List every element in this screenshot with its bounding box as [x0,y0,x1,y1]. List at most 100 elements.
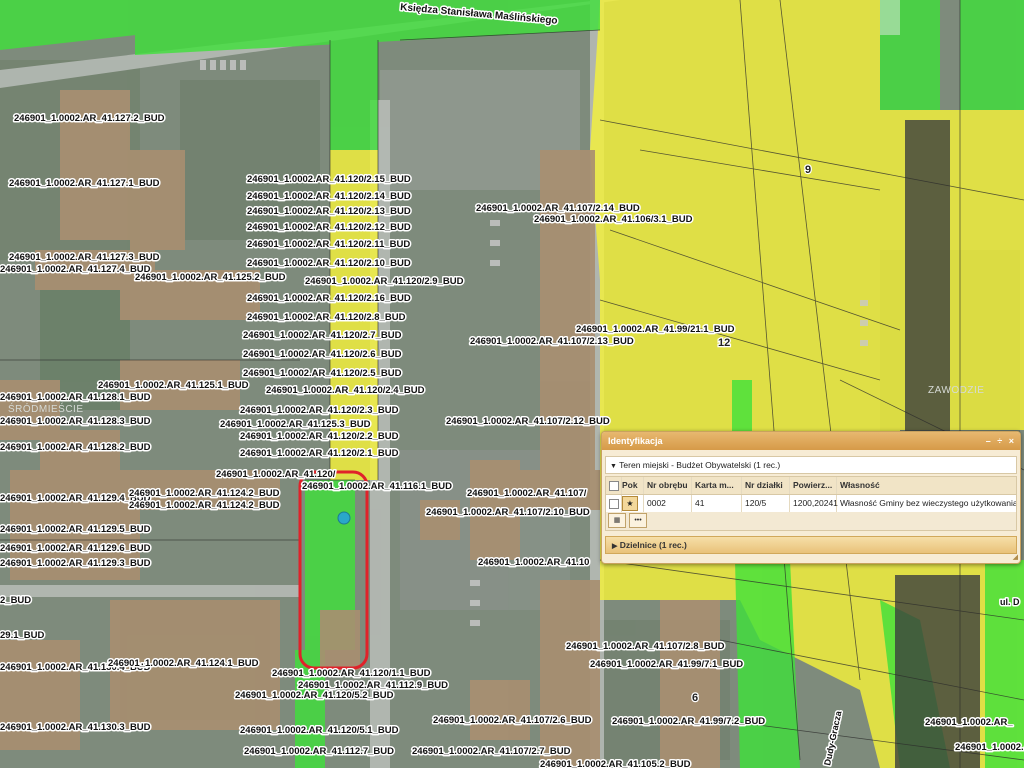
parcel-label: 246901_1.0002.AR_41.120/2.6_BUD [243,349,402,360]
parcel-label: 246901_1.0002.AR_41.120/5.2_BUD [235,690,394,701]
parcel-label: 246901_1.0002.AR_41.120/1.1_BUD [272,668,431,679]
district-label: ŚRÓDMIEŚCIE [8,402,84,415]
parcel-label: 246901_1.0002.AR_41.125.1_BUD [98,380,249,391]
layer-group-label: Teren miejski - Budżet Obywatelski (1 re… [619,460,781,470]
parcel-label: 246901_1.0002.AR_41.107/2.10_BUD [426,507,590,518]
parcel-label: 246901_1.0002.AR_41.107/ [467,488,587,499]
popup-title: Identyfikacja [608,436,663,446]
grid-view-icon[interactable]: ▦ [608,513,626,528]
districts-section-header[interactable]: ▶ Dzielnice (1 rec.) [605,536,1017,554]
parcel-label: 246901_1.0002.AR_41.127.4_BUD [0,264,151,275]
grid-toolbar: ▦ ••• [606,512,1016,530]
parcel-label: 29.1_BUD [0,630,44,641]
column-header-powierzchnia[interactable]: Powierz... [790,477,837,494]
parcel-label: 2_BUD [0,595,31,606]
row-checkbox[interactable] [606,495,622,512]
column-header-wlasnosc[interactable]: Własność [837,477,1016,494]
identification-popup[interactable]: Identyfikacja – ÷ × ▼ Teren miejski - Bu… [601,431,1021,564]
column-header-pok[interactable]: Pok [622,477,644,494]
location-marker-icon[interactable] [337,511,351,525]
parcel-label: 246901_1.0002.AR_41.120/2.4_BUD [266,385,425,396]
parcel-label: 246901_1.0002.AR_41.99/7.1_BUD [590,659,743,670]
cell-nr-dzialki: 120/5 [742,495,790,512]
table-row[interactable]: ★ 0002 41 120/5 1200,20241 Własność Gmin… [606,495,1016,512]
parcel-label: 246901_1.0002.AR_41.120/2.8_BUD [247,312,406,323]
cell-nr-obrebu: 0002 [644,495,692,512]
district-label: ZAWODZIE [928,385,984,396]
parcel-label: 246901_1.0002.AR_41.128.3_BUD [0,416,151,427]
parcel-label: 246901_1.0002.AR_41.125.2_BUD [135,272,286,283]
parcel-label: 246901_1.0002.AR_41.128.1_BUD [0,392,151,403]
parcel-label: 246901_1.0002.AR_41.120/5.1_BUD [240,725,399,736]
column-header-nr-obrebu[interactable]: Nr obrębu [644,477,692,494]
select-all-checkbox[interactable] [606,477,622,494]
block-number: 12 [718,337,730,349]
parcel-label: 246901_1.0002.AR_41.107/2.6_BUD [433,715,592,726]
parcel-label: 246901_1.0002.AR_41.128.2_BUD [0,442,151,453]
minimize-icon[interactable]: – [986,436,993,446]
expand-triangle-icon[interactable]: ▶ [612,543,617,550]
parcel-label: 246901_1.0002.AR_41.124.2_BUD [129,488,280,499]
parcel-label: 246901_1.0002.AR_ [925,717,1013,728]
resize-grip-icon[interactable]: ◢ [1013,553,1018,561]
parcel-label: 246901_1.0002.AR_41.107/2.12_BUD [446,416,610,427]
popup-header[interactable]: Identyfikacja – ÷ × [602,432,1020,450]
parcel-label: 246901_1.0002.AR_41.120/2.3_BUD [240,405,399,416]
parcel-label: 246901_1.0002.AR_41.125.3_BUD [220,419,371,430]
parcel-label: 246901_1.0002.AR_41.105.2_BUD [540,759,691,768]
parcel-label: 246901_1.0002.AR_41.127.3_BUD [9,252,160,263]
block-number: 9 [805,164,811,176]
cell-powierzchnia: 1200,20241 [790,495,838,512]
parcel-label: 246901_1.0002.AR_41.120/2.2_BUD [240,431,399,442]
parcel-label: 246901_1.0002.AR_41.120/2.11_BUD [247,239,410,250]
results-grid: Pok Nr obrębu Karta m... Nr działki Powi… [605,476,1017,531]
parcel-label: 246901_1.0002.AR_41.129.6_BUD [0,543,151,554]
parcel-label: 246901_1.0002.AR_41.129.5_BUD [0,524,151,535]
parcel-label: 246901_1.0002.AR_41.107/2.7_BUD [412,746,571,757]
parcel-label: 246901_1.0002.AR_41.120/2.7_BUD [243,330,402,341]
parcel-label: 246901_1.0002.AR_41.120/2.5_BUD [243,368,402,379]
cell-wlasnosc: Własność Gminy bez wieczystego użytkowan… [840,498,1016,508]
parcel-label: 246901_1.0002.AR_41.120/2.15_BUD [247,174,411,185]
parcel-label: 246901_1.0002.AR_41.107/2.13_BUD [470,336,634,347]
popup-controls: – ÷ × [986,432,1016,450]
more-options-icon[interactable]: ••• [629,513,647,528]
parcel-label: 246901_1.0002.AR_41.107/2.8_BUD [566,641,725,652]
street-name-label: ul. D [1000,597,1020,607]
districts-section-label: Dzielnice (1 rec.) [619,540,687,550]
cell-karta: 41 [692,495,742,512]
parcel-label: 246901_1.0002.AR_41.99/21.1_BUD [576,324,735,335]
zoom-to-feature-button[interactable]: ★ [622,495,644,512]
parcel-label: 246901_1.0002.AR_4 [955,742,1024,753]
parcel-label: 246901_1.0002.AR_41.130.3_BUD [0,722,151,733]
parcel-label: 246901_1.0002.AR_41.120/2.14_BUD [247,191,411,202]
parcel-label: 246901_1.0002.AR_41.120/2.10_BUD [247,258,411,269]
parcel-label: 246901_1.0002.AR_41.120/2.16_BUD [247,293,411,304]
parcel-label: 246901_1.0002.AR_41.120/ [216,469,336,480]
block-number: 6 [692,692,698,704]
star-icon[interactable]: ★ [622,496,638,511]
parcel-label: 246901_1.0002.AR_41.120/2.12_BUD [247,222,411,233]
map-canvas[interactable]: Księdza Stanisława Maślińskiego Dudy-Gra… [0,0,1024,768]
grid-header-row: Pok Nr obrębu Karta m... Nr działki Powi… [606,477,1016,495]
parcel-label: 246901_1.0002.AR_41.106/3.1_BUD [534,214,693,225]
parcel-label: 246901_1.0002.AR_41.127.1_BUD [9,178,160,189]
column-header-karta[interactable]: Karta m... [692,477,742,494]
layer-group-header[interactable]: ▼ Teren miejski - Budżet Obywatelski (1 … [605,456,1017,474]
collapse-triangle-icon[interactable]: ▼ [610,463,617,470]
parcel-label: 246901_1.0002.AR_41.124.2_BUD [129,500,280,511]
resize-icon[interactable]: ÷ [997,436,1004,446]
parcel-label: 246901_1.0002.AR_41.120/2.1_BUD [240,448,399,459]
parcel-label: 246901_1.0002.AR_41.129.3_BUD [0,558,151,569]
parcel-label: 246901_1.0002.AR_41.116.1_BUD [302,481,452,492]
parcel-label: 246901_1.0002.AR_41.99/7.2_BUD [612,716,765,727]
parcel-label: 246901_1.0002.AR_41.120/2.13_BUD [247,206,411,217]
parcel-label: 246901_1.0002.AR_41.10 [478,557,589,568]
parcel-label: 246901_1.0002.AR_41.107/2.14_BUD [476,203,640,214]
close-icon[interactable]: × [1009,436,1016,446]
parcel-label: 246901_1.0002.AR_41.112.7_BUD [244,746,394,757]
parcel-label: 246901_1.0002.AR_41.120/2.9_BUD [305,276,464,287]
parcel-label: 246901_1.0002.AR_41.127.2_BUD [14,113,165,124]
column-header-nr-dzialki[interactable]: Nr działki [742,477,790,494]
parcel-label: 246901_1.0002.AR_41.124.1_BUD [108,658,259,669]
